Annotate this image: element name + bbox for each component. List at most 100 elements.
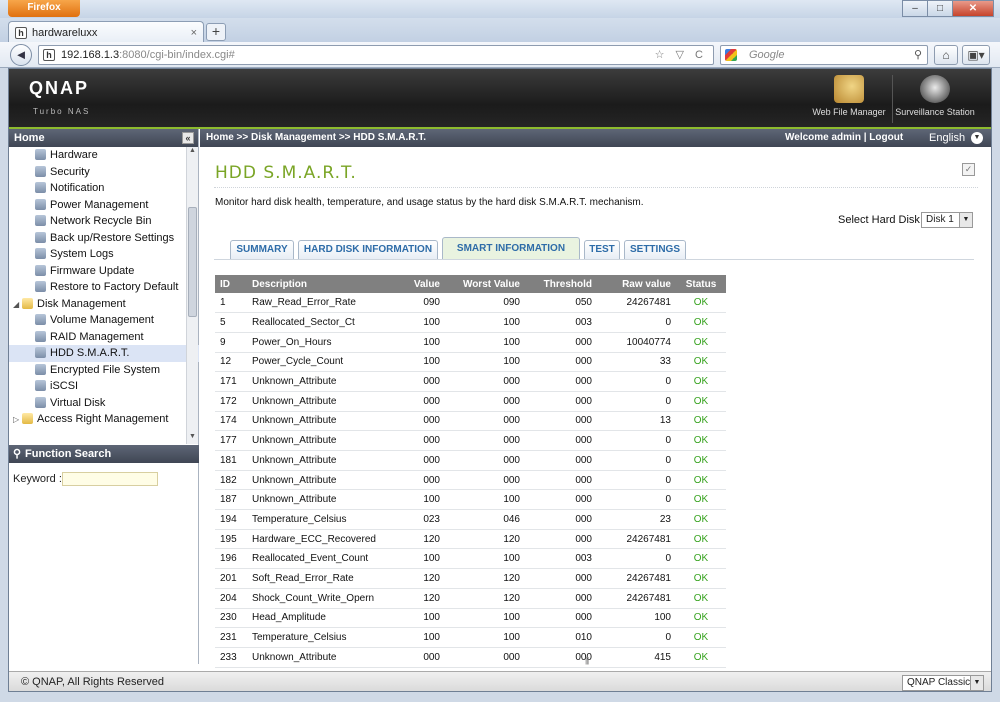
cell-description: Reallocated_Event_Count <box>247 548 397 570</box>
sidebar-item[interactable]: Power Management <box>9 197 199 214</box>
browser-navbar: ◄ h 192.168.1.3:8080/cgi-bin/index.cgi# … <box>0 42 1000 68</box>
sidebar-item[interactable]: iSCSI <box>9 378 199 395</box>
sidebar-item[interactable]: Notification <box>9 180 199 197</box>
qnap-subtitle: Turbo NAS <box>33 107 91 116</box>
chevron-down-icon[interactable]: ▼ <box>959 213 972 227</box>
tab-close-icon[interactable]: × <box>191 27 197 39</box>
cell-id: 174 <box>215 411 247 432</box>
chevron-down-icon[interactable]: ▼ <box>970 676 983 690</box>
cell-id: 5 <box>215 312 247 333</box>
cell-description: Temperature_Celsius <box>247 509 397 530</box>
theme-select[interactable]: QNAP Classic ▼ <box>902 675 984 691</box>
function-search-header: ⚲ Function Search <box>9 445 199 463</box>
tab-smart-information[interactable]: SMART INFORMATION <box>442 237 580 259</box>
settings-item-icon <box>35 182 46 193</box>
scrollbar-thumb[interactable] <box>188 207 197 317</box>
sidebar-item[interactable]: HDD S.M.A.R.T. <box>9 345 199 362</box>
sidebar-item[interactable]: Network Recycle Bin <box>9 213 199 230</box>
column-header-description: Description <box>247 275 397 293</box>
sidebar-item[interactable]: ▷ Access Right Management <box>9 411 199 428</box>
cell-worst-value: 000 <box>445 470 525 491</box>
tab-settings[interactable]: SETTINGS <box>624 240 686 259</box>
back-button[interactable]: ◄ <box>10 44 32 66</box>
help-checkbox-icon[interactable]: ✓ <box>962 163 975 176</box>
sidebar-item[interactable]: Restore to Factory Default <box>9 279 199 296</box>
settings-item-icon <box>35 215 46 226</box>
smart-table: ID Description Value Worst Value Thresho… <box>215 275 726 668</box>
tab-test[interactable]: TEST <box>584 240 620 259</box>
close-window-button[interactable]: ✕ <box>952 0 994 17</box>
table-row: 171 Unknown_Attribute 000 000 000 0 OK <box>215 371 726 392</box>
tab-hard-disk-information[interactable]: HARD DISK INFORMATION <box>298 240 438 259</box>
maximize-button[interactable]: □ <box>927 0 953 17</box>
keyword-input[interactable] <box>62 472 158 486</box>
cell-worst-value: 100 <box>445 627 525 648</box>
sidebar-item[interactable]: Back up/Restore Settings <box>9 230 199 247</box>
sidebar-header: Home « <box>9 129 198 147</box>
folder-icon <box>22 297 33 309</box>
search-icon[interactable]: ⚲ <box>914 46 922 64</box>
surveillance-station-button[interactable]: Surveillance Station <box>895 75 975 117</box>
table-row: 1 Raw_Read_Error_Rate 090 090 050 24267481 OK <box>215 293 726 314</box>
sidebar-item-label: Firmware Update <box>50 264 135 277</box>
sidebar-item[interactable]: Encrypted File System <box>9 362 199 379</box>
cell-description: Unknown_Attribute <box>247 391 397 412</box>
cell-id: 182 <box>215 470 247 491</box>
table-row: 174 Unknown_Attribute 000 000 000 13 OK <box>215 411 726 432</box>
scroll-grip-icon[interactable]: ||| <box>585 656 589 665</box>
expand-toggle-icon[interactable]: ◢ <box>13 297 22 314</box>
cell-status: OK <box>676 489 726 511</box>
sidebar-item[interactable]: Virtual Disk <box>9 395 199 412</box>
breadcrumb[interactable]: Home >> Disk Management >> HDD S.M.A.R.T… <box>206 132 426 143</box>
page-title: HDD S.M.A.R.T. <box>215 163 357 183</box>
cell-value: 120 <box>397 568 445 589</box>
scroll-up-icon[interactable]: ▲ <box>187 147 198 158</box>
browser-tab[interactable]: h hardwareluxx × <box>8 21 204 43</box>
sidebar-scrollbar[interactable]: ▲ ▼ <box>186 147 198 444</box>
firefox-menu-button[interactable]: Firefox <box>8 0 80 17</box>
browser-tabbar: h hardwareluxx × + <box>0 18 1000 43</box>
cell-raw-value: 0 <box>597 371 676 392</box>
collapse-sidebar-icon[interactable]: « <box>182 132 194 144</box>
search-bar[interactable]: Google ⚲ <box>720 45 928 65</box>
sidebar-item[interactable]: Security <box>9 164 199 181</box>
table-row: 172 Unknown_Attribute 000 000 000 0 OK <box>215 391 726 412</box>
language-dropdown-icon[interactable]: ▼ <box>971 132 983 144</box>
cell-threshold: 000 <box>525 489 597 511</box>
minimize-button[interactable]: – <box>902 0 928 17</box>
expand-toggle-icon[interactable]: ▷ <box>13 412 22 429</box>
sidebar-item[interactable]: ◢ Disk Management <box>9 296 199 313</box>
scroll-down-icon[interactable]: ▼ <box>187 433 198 444</box>
home-button[interactable]: ⌂ <box>934 45 958 65</box>
sidebar-item[interactable]: Hardware <box>9 147 199 164</box>
sidebar-item[interactable]: System Logs <box>9 246 199 263</box>
content-scrollbar[interactable]: ||| <box>200 656 991 665</box>
cell-threshold: 050 <box>525 293 597 314</box>
bookmark-reload-icons[interactable]: ☆ ▽ C <box>655 46 707 64</box>
cell-raw-value: 0 <box>597 489 676 511</box>
disk-select[interactable]: Disk 1 ▼ <box>921 212 973 228</box>
sidebar-item-label: Power Management <box>50 198 149 211</box>
sidebar-item-label: Back up/Restore Settings <box>50 231 175 244</box>
web-file-manager-button[interactable]: Web File Manager <box>809 75 889 117</box>
language-select[interactable]: English <box>929 129 965 147</box>
cell-id: 9 <box>215 332 247 353</box>
cell-status: OK <box>676 430 726 451</box>
new-tab-button[interactable]: + <box>206 23 226 41</box>
sidebar-item[interactable]: Volume Management <box>9 312 199 329</box>
url-bar[interactable]: h 192.168.1.3:8080/cgi-bin/index.cgi# ☆ … <box>38 45 714 65</box>
cell-raw-value: 24267481 <box>597 588 676 609</box>
cell-description: Shock_Count_Write_Opern <box>247 588 397 609</box>
cell-description: Unknown_Attribute <box>247 647 397 668</box>
sidebar-item-label: Network Recycle Bin <box>50 215 152 227</box>
sidebar-item[interactable]: Firmware Update <box>9 263 199 280</box>
cell-value: 100 <box>397 627 445 648</box>
table-row: 233 Unknown_Attribute 000 000 000 415 OK <box>215 647 726 668</box>
cell-id: 194 <box>215 509 247 530</box>
tab-summary[interactable]: SUMMARY <box>230 240 294 259</box>
addons-button[interactable]: ▣▾ <box>962 45 990 65</box>
sidebar-item[interactable]: RAID Management <box>9 329 199 346</box>
table-row: 181 Unknown_Attribute 000 000 000 0 OK <box>215 450 726 471</box>
welcome-logout[interactable]: Welcome admin | Logout <box>785 129 903 147</box>
table-row: 194 Temperature_Celsius 023 046 000 23 OK <box>215 509 726 530</box>
